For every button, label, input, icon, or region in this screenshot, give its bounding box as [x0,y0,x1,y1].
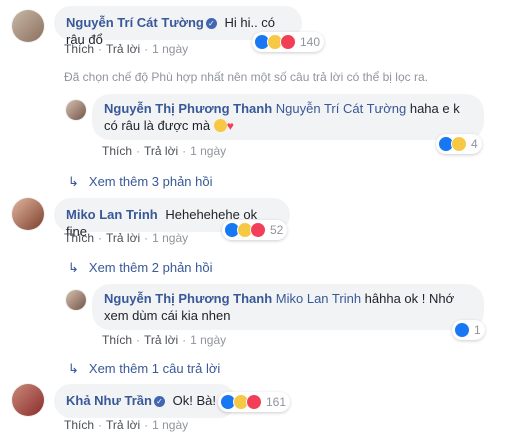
comment-text: Ok! Bà! [172,393,216,408]
reply-arrow-icon: ↳ [68,174,79,189]
reply-button[interactable]: Trả lời [106,231,140,245]
smile-emoji-icon [213,119,227,132]
like-reaction-icon [454,322,470,338]
comment-bubble: Khả Như Trần ✓ Ok! Bà! [54,384,236,418]
comment-bubble: Nguyễn Thị Phương Thanh Miko Lan Trinh h… [92,284,484,330]
timestamp[interactable]: 1 ngày [190,333,226,347]
comment-bubble: Nguyễn Thị Phương Thanh Nguyễn Trí Cát T… [92,94,484,140]
reply-button[interactable]: Trả lời [144,333,178,347]
view-more-replies[interactable]: ↳ Xem thêm 3 phản hồi [68,174,212,190]
verified-badge-icon: ✓ [205,18,217,29]
comment-actions: Thích · Trả lời · 1 ngày [102,333,227,347]
avatar[interactable] [12,198,44,230]
heart-emoji-icon: ♥ [226,119,234,133]
reply-button[interactable]: Trả lời [144,144,178,158]
reaction-count: 140 [300,35,321,49]
author-name[interactable]: Nguyễn Thị Phương Thanh [104,291,272,306]
reply-button[interactable]: Trả lời [106,418,140,432]
reaction-count: 52 [270,223,284,237]
timestamp[interactable]: 1 ngày [152,231,188,245]
avatar[interactable] [66,290,86,310]
reaction-summary[interactable]: 140 [252,32,325,52]
timestamp[interactable]: 1 ngày [190,144,226,158]
comment-text: haha e k [409,101,460,116]
view-more-replies[interactable]: ↳ Xem thêm 1 câu trả lời [68,361,220,377]
view-more-replies[interactable]: ↳ Xem thêm 2 phản hồi [68,260,212,276]
like-button[interactable]: Thích [64,231,94,245]
reaction-summary[interactable]: 52 [222,220,288,240]
like-button[interactable]: Thích [64,42,94,56]
comment-text: hâhha ok ! Nhớ [364,291,455,306]
reaction-count: 4 [471,137,478,151]
love-reaction-icon [246,394,262,410]
comment-text: có râu là được mà [104,118,211,133]
author-name[interactable]: Khả Như Trần [66,393,152,408]
timestamp[interactable]: 1 ngày [152,418,188,432]
comment-actions: Thích · Trả lời · 1 ngày [64,42,189,56]
love-reaction-icon [280,34,296,50]
mention-link[interactable]: Nguyễn Trí Cát Tường [276,101,406,116]
reaction-summary[interactable]: 161 [218,392,291,412]
reaction-count: 161 [266,395,287,409]
like-button[interactable]: Thích [64,418,94,432]
filter-note: Đã chọn chế độ Phù hợp nhất nên một số c… [64,70,428,84]
timestamp[interactable]: 1 ngày [152,42,188,56]
reply-arrow-icon: ↳ [68,260,79,275]
love-reaction-icon [250,222,266,238]
reply-arrow-icon: ↳ [68,361,79,376]
reply-button[interactable]: Trả lời [106,42,140,56]
author-name[interactable]: Nguyễn Thị Phương Thanh [104,101,272,116]
haha-reaction-icon [451,136,467,152]
like-button[interactable]: Thích [102,333,132,347]
avatar[interactable] [12,384,44,416]
like-button[interactable]: Thích [102,144,132,158]
reaction-summary[interactable]: 4 [436,134,482,154]
comment-actions: Thích · Trả lời · 1 ngày [64,418,189,432]
avatar[interactable] [12,10,44,42]
verified-badge-icon: ✓ [153,396,165,407]
comment-actions: Thích · Trả lời · 1 ngày [102,144,227,158]
reaction-count: 1 [474,323,481,337]
author-name[interactable]: Nguyễn Trí Cát Tường [66,15,204,30]
comment-text: xem dùm cái kia nhen [104,308,231,323]
reaction-summary[interactable]: 1 [452,320,485,340]
author-name[interactable]: Miko Lan Trinh [66,207,158,222]
comment-actions: Thích · Trả lời · 1 ngày [64,231,189,245]
avatar[interactable] [66,100,86,120]
mention-link[interactable]: Miko Lan Trinh [276,291,361,306]
